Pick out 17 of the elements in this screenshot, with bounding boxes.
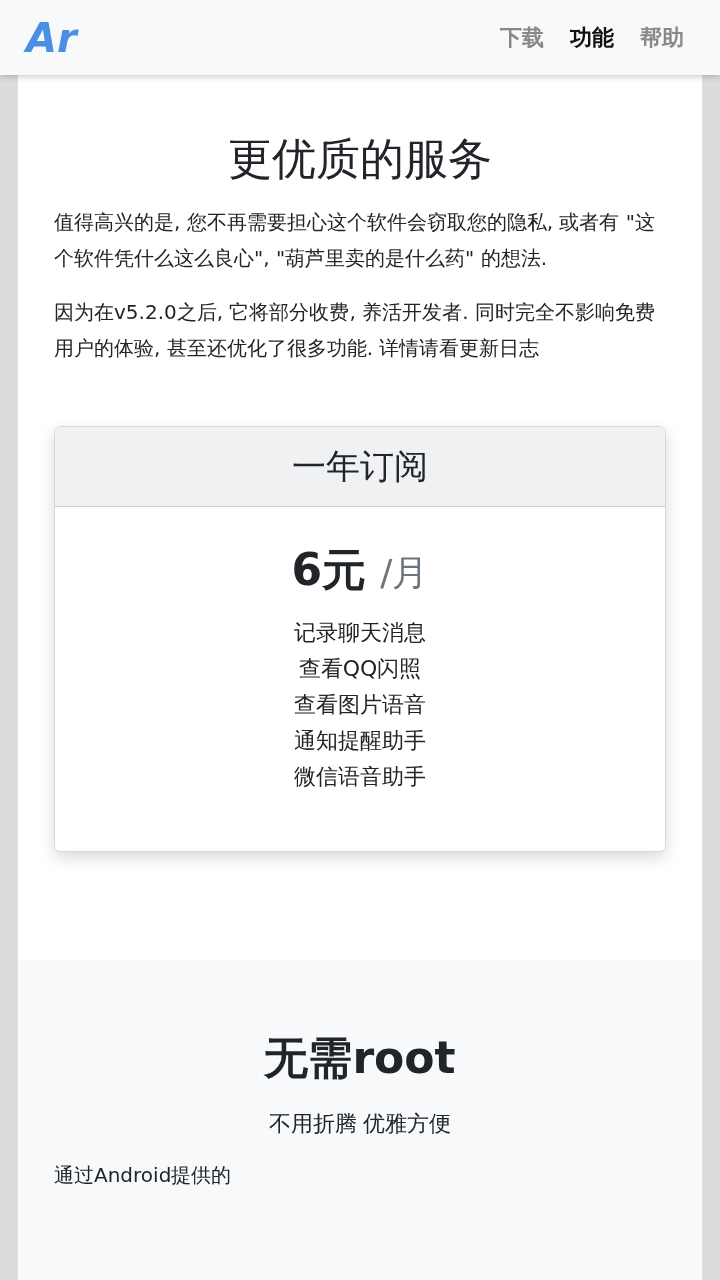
- feature-item: 微信语音助手: [294, 763, 426, 791]
- section-title: 更优质的服务: [227, 132, 493, 186]
- nav-link[interactable]: 功能: [570, 21, 614, 54]
- feature-item: 查看QQ闪照: [298, 655, 422, 683]
- price-unit: /月: [380, 551, 429, 595]
- feature-item: 查看图片语音: [294, 691, 426, 719]
- paragraph: 值得高兴的是, 您不再需要担心这个软件会窃取您的隐私, 或者有 "这个软件凭什么这么良心", "葫芦里卖的是什么药" 的想法.: [54, 209, 656, 272]
- section-subtitle: 不用折腾 优雅方便: [267, 1110, 453, 1138]
- nav-link[interactable]: 帮助: [640, 21, 684, 54]
- section-title: 无需root: [263, 1031, 457, 1085]
- feature-item: 记录聊天消息: [294, 619, 426, 647]
- paragraph: 因为在v5.2.0之后, 它将部分收费, 养活开发者. 同时完全不影响免费用户的体验, 甚至还优化了很多功能. 详情请看更新日志: [54, 299, 656, 362]
- price: 6元: [291, 543, 367, 597]
- plan-title: 一年订阅: [292, 445, 428, 488]
- feature-item: 通知提醒助手: [294, 727, 426, 755]
- paragraph: 通过Android提供的: [54, 1162, 233, 1189]
- nav-link[interactable]: 下载: [500, 21, 544, 54]
